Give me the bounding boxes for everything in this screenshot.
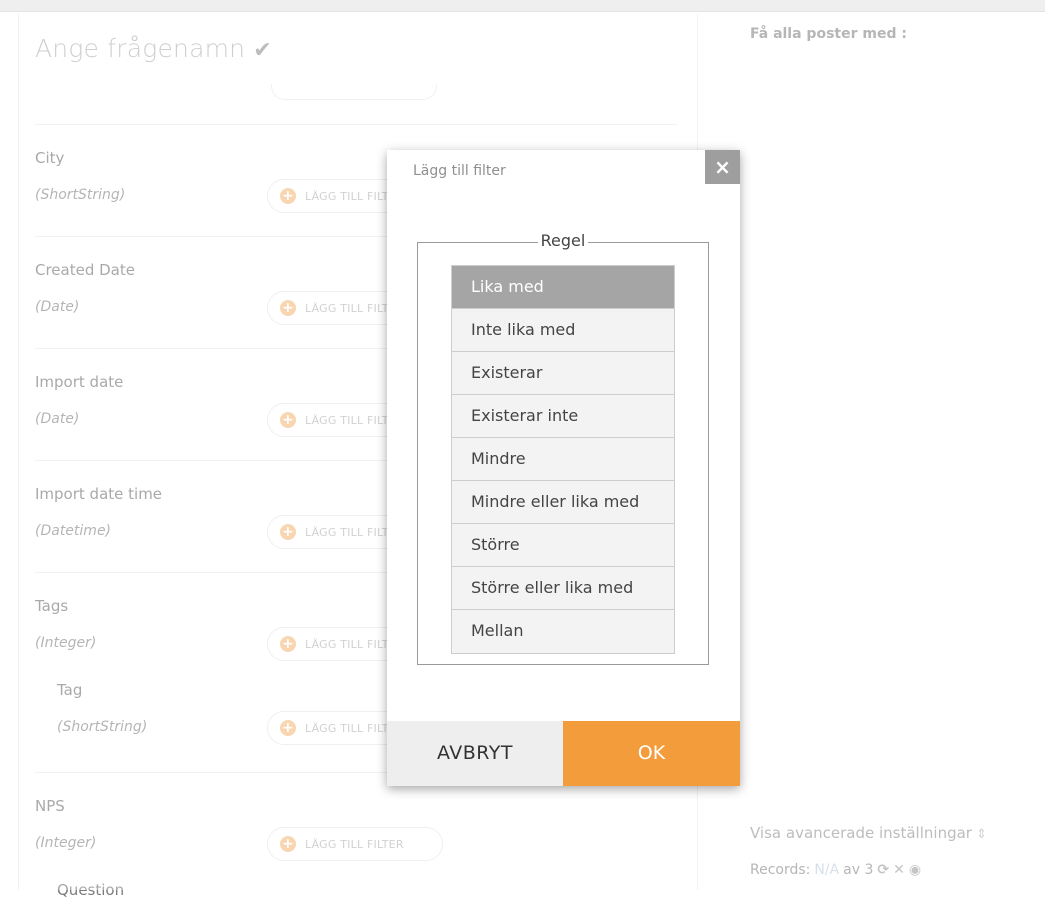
cancel-button[interactable]: AVBRYT [387, 721, 563, 786]
rule-option-exists[interactable]: Existerar [452, 352, 674, 395]
rule-legend: Regel [418, 231, 708, 250]
rule-option-between[interactable]: Mellan [452, 610, 674, 653]
close-icon[interactable]: × [705, 150, 740, 184]
dialog-title: Lägg till filter [413, 163, 506, 179]
ok-button[interactable]: OK [563, 721, 740, 786]
rule-list: Lika med Inte lika med Existerar Exister… [451, 265, 675, 654]
rule-option-less-or-equal[interactable]: Mindre eller lika med [452, 481, 674, 524]
rule-option-greater[interactable]: Större [452, 524, 674, 567]
dialog-footer: AVBRYT OK [387, 721, 740, 786]
rule-option-equals[interactable]: Lika med [452, 266, 674, 309]
rule-option-not-exists[interactable]: Existerar inte [452, 395, 674, 438]
rule-option-not-equals[interactable]: Inte lika med [452, 309, 674, 352]
add-filter-dialog: Lägg till filter × Regel Lika med Inte l… [387, 150, 740, 786]
rule-legend-label: Regel [537, 231, 589, 250]
rule-fieldset: Regel Lika med Inte lika med Existerar E… [417, 231, 709, 665]
rule-option-greater-or-equal[interactable]: Större eller lika med [452, 567, 674, 610]
rule-option-less[interactable]: Mindre [452, 438, 674, 481]
